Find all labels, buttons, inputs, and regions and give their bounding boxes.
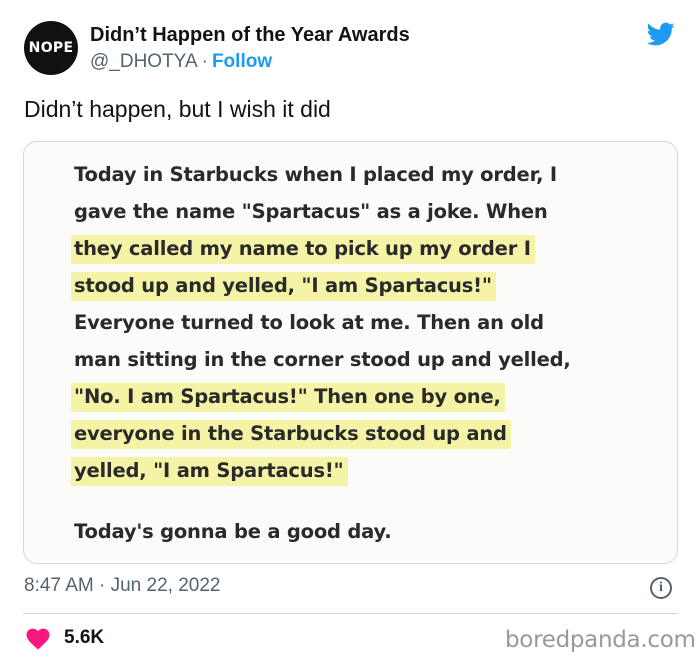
- author-handle[interactable]: @_DHOTYA: [90, 51, 198, 72]
- note-line: man sitting in the corner stood up and y…: [74, 348, 571, 371]
- note-line-highlighted: yelled, "I am Spartacus!": [71, 452, 654, 489]
- follow-button[interactable]: Follow: [212, 51, 272, 72]
- author-handle-row: @_DHOTYA · Follow: [90, 51, 272, 73]
- avatar[interactable]: NOPE: [24, 21, 78, 75]
- note-line-highlighted: everyone in the Starbucks stood up and: [71, 415, 654, 452]
- heart-icon[interactable]: [25, 627, 51, 650]
- tweet-card: NOPE Didn’t Happen of the Year Awards @_…: [0, 0, 700, 667]
- author-display-name[interactable]: Didn’t Happen of the Year Awards: [90, 24, 410, 47]
- note-line-highlighted: they called my name to pick up my order …: [71, 230, 654, 267]
- watermark: boredpanda.com: [505, 627, 696, 653]
- note-line-highlighted: "No. I am Spartacus!" Then one by one,: [71, 378, 654, 415]
- note-line: Today in Starbucks when I placed my orde…: [74, 163, 557, 186]
- info-icon[interactable]: i: [650, 577, 672, 599]
- tweet-timestamp[interactable]: 8:47 AM · Jun 22, 2022: [24, 575, 220, 597]
- tweet-image[interactable]: Today in Starbucks when I placed my orde…: [23, 141, 678, 564]
- note-line-highlighted: stood up and yelled, "I am Spartacus!": [71, 267, 654, 304]
- like-count[interactable]: 5.6K: [64, 627, 104, 649]
- note-closing-line: Today's gonna be a good day.: [74, 520, 392, 543]
- divider: [23, 613, 678, 614]
- image-note-text: Today in Starbucks when I placed my orde…: [71, 156, 654, 550]
- twitter-bird-icon[interactable]: [645, 20, 677, 48]
- note-line: Everyone turned to look at me. Then an o…: [74, 311, 544, 334]
- tweet-text: Didn’t happen, but I wish it did: [24, 96, 331, 122]
- note-line: gave the name "Spartacus" as a joke. Whe…: [74, 200, 548, 223]
- separator-dot: ·: [201, 51, 208, 72]
